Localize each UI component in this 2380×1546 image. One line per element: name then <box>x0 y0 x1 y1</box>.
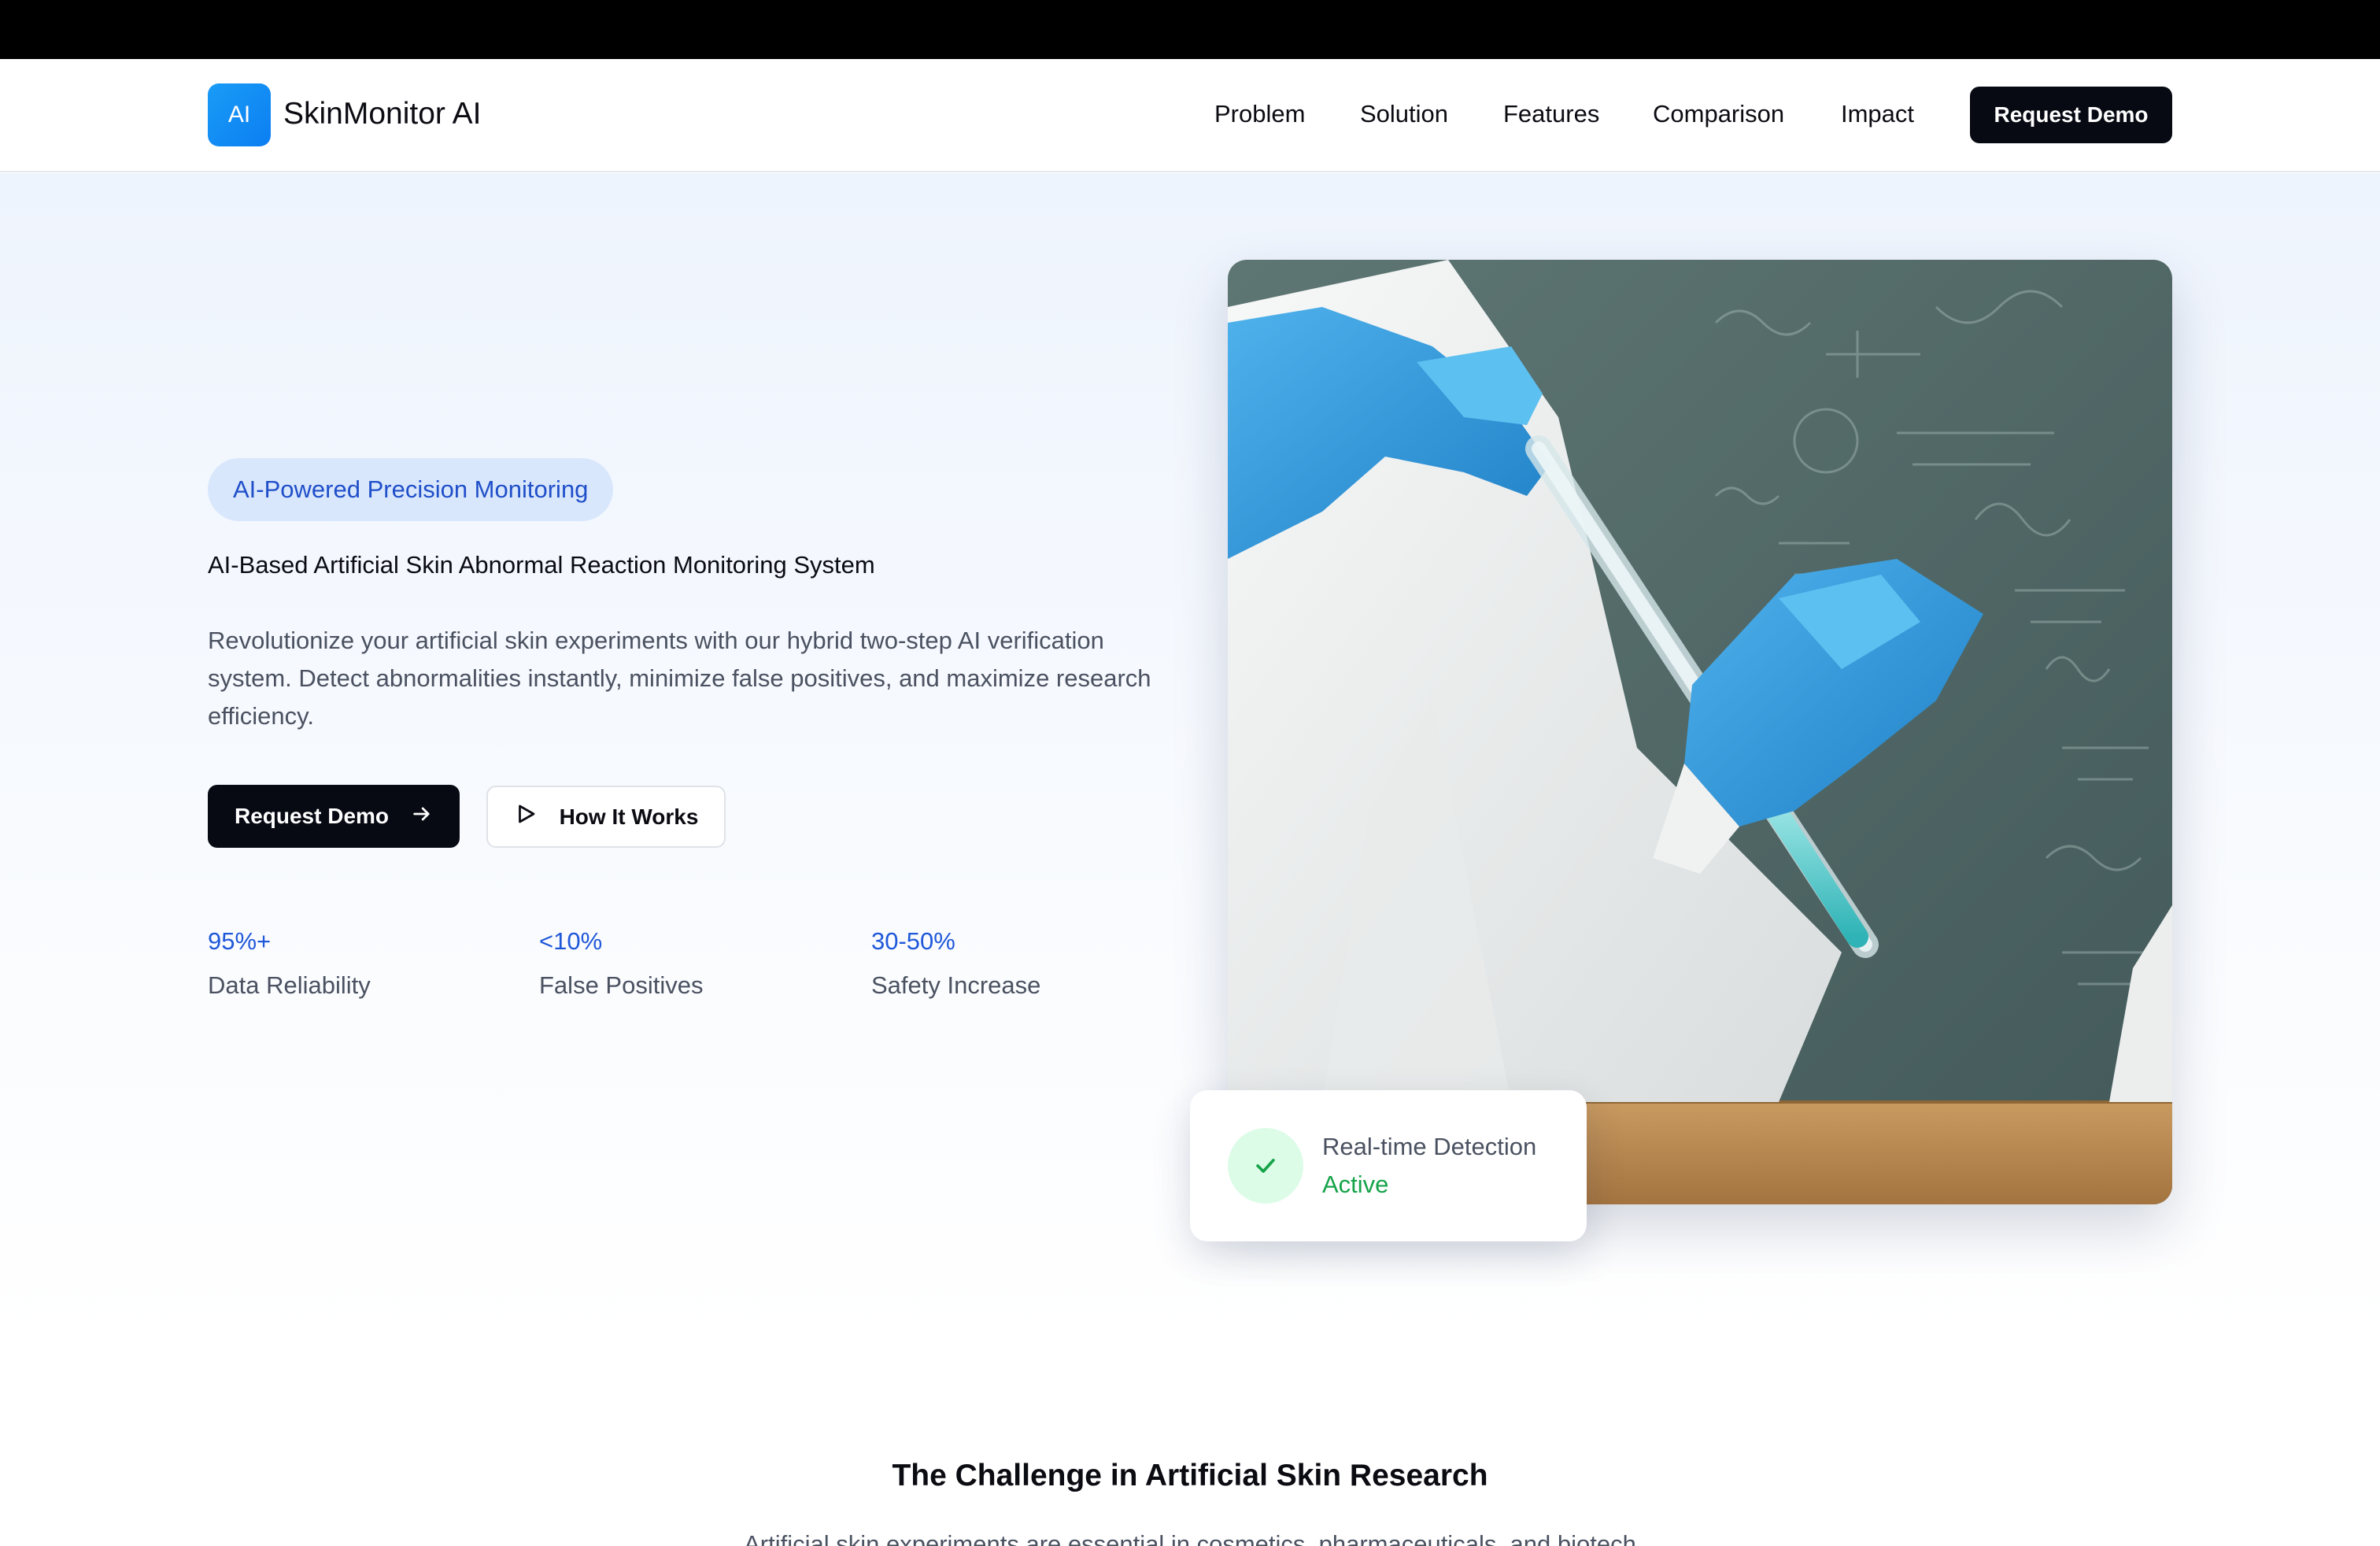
hero-description: Revolutionize your artificial skin exper… <box>208 627 1151 730</box>
play-icon <box>514 802 538 831</box>
arrow-right-icon <box>411 803 433 830</box>
nav-link-comparison[interactable]: Comparison <box>1653 100 1784 128</box>
nav-request-demo-button[interactable]: Request Demo <box>1970 87 2172 143</box>
system-bar <box>0 0 2380 59</box>
nav-link-solution[interactable]: Solution <box>1360 100 1448 128</box>
challenge-section-text: Artificial skin experiments are essentia… <box>744 1530 1636 1546</box>
request-demo-label: Request Demo <box>234 804 390 828</box>
stat-label-false-positives: False Positives <box>539 971 704 999</box>
hero-badge: AI-Powered Precision Monitoring <box>208 458 614 521</box>
detection-title: Real-time Detection <box>1322 1133 1537 1160</box>
detection-status: Active <box>1322 1171 1389 1198</box>
hero-subtitle: AI-Based Artificial Skin Abnormal Reacti… <box>208 551 875 579</box>
stat-value-reliability: 95%+ <box>208 927 272 955</box>
request-demo-button[interactable]: Request Demo <box>208 785 460 848</box>
realtime-detection-card: Real-time Detection Active <box>1190 1090 1587 1241</box>
how-it-works-button[interactable]: How It Works <box>486 786 726 848</box>
nav-link-impact[interactable]: Impact <box>1841 100 1914 128</box>
nav-link-problem[interactable]: Problem <box>1214 100 1305 128</box>
check-icon <box>1228 1128 1303 1204</box>
how-it-works-label: How It Works <box>559 804 699 829</box>
logo-icon[interactable]: AI <box>208 83 271 146</box>
nav-link-features[interactable]: Features <box>1503 100 1599 128</box>
challenge-section-title: The Challenge in Artificial Skin Researc… <box>892 1459 1488 1492</box>
stat-label-reliability: Data Reliability <box>208 971 371 999</box>
stat-value-safety: 30-50% <box>871 927 955 955</box>
hero-lab-photo <box>1228 260 2172 1204</box>
stat-value-false-positives: <10% <box>539 927 603 955</box>
top-navbar: AI SkinMonitor AI Problem Solution Featu… <box>0 59 2380 172</box>
brand-name[interactable]: SkinMonitor AI <box>283 97 481 131</box>
stat-label-safety: Safety Increase <box>871 971 1041 999</box>
logo-badge-text: AI <box>227 102 251 128</box>
